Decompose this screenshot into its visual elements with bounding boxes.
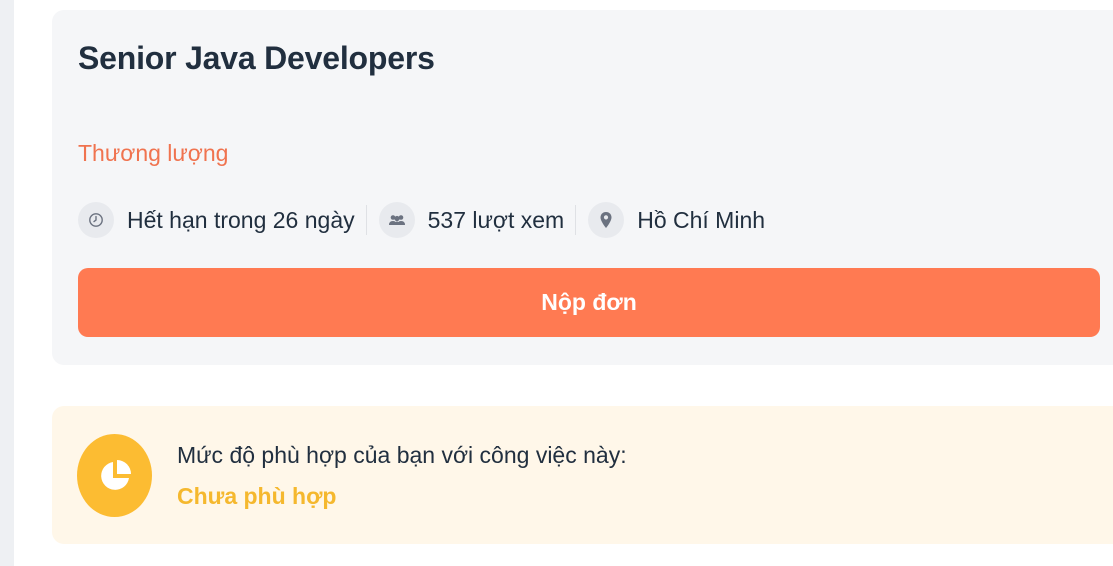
job-title: Senior Java Developers [78,40,435,76]
deadline-text: Hết hạn trong 26 ngày [127,206,355,233]
page-left-gutter [0,0,14,566]
apply-button[interactable]: Nộp đơn [78,268,1100,337]
people-icon [378,202,415,238]
pie-chart-icon [77,434,152,517]
match-status: Chưa phù hợp [177,483,337,509]
location-pin-icon [588,202,625,238]
views-info: 537 lượt xem [378,200,565,240]
meta-divider [365,205,367,235]
job-summary-card: Senior Java Developers Thương lượng Hết … [52,10,1113,365]
job-meta-row: Hết hạn trong 26 ngày 537 lượt xem Hồ Ch… [78,200,765,240]
views-text: 537 lượt xem [427,206,565,233]
match-question: Mức độ phù hợp của bạn với công việc này… [177,442,627,468]
clock-icon [78,202,114,238]
salary-label: Thương lượng [78,140,229,166]
job-match-card: Mức độ phù hợp của bạn với công việc này… [52,406,1113,544]
meta-divider [575,205,577,235]
location-text: Hồ Chí Minh [637,206,766,233]
deadline-info: Hết hạn trong 26 ngày [78,200,355,240]
location-info: Hồ Chí Minh [588,200,765,240]
